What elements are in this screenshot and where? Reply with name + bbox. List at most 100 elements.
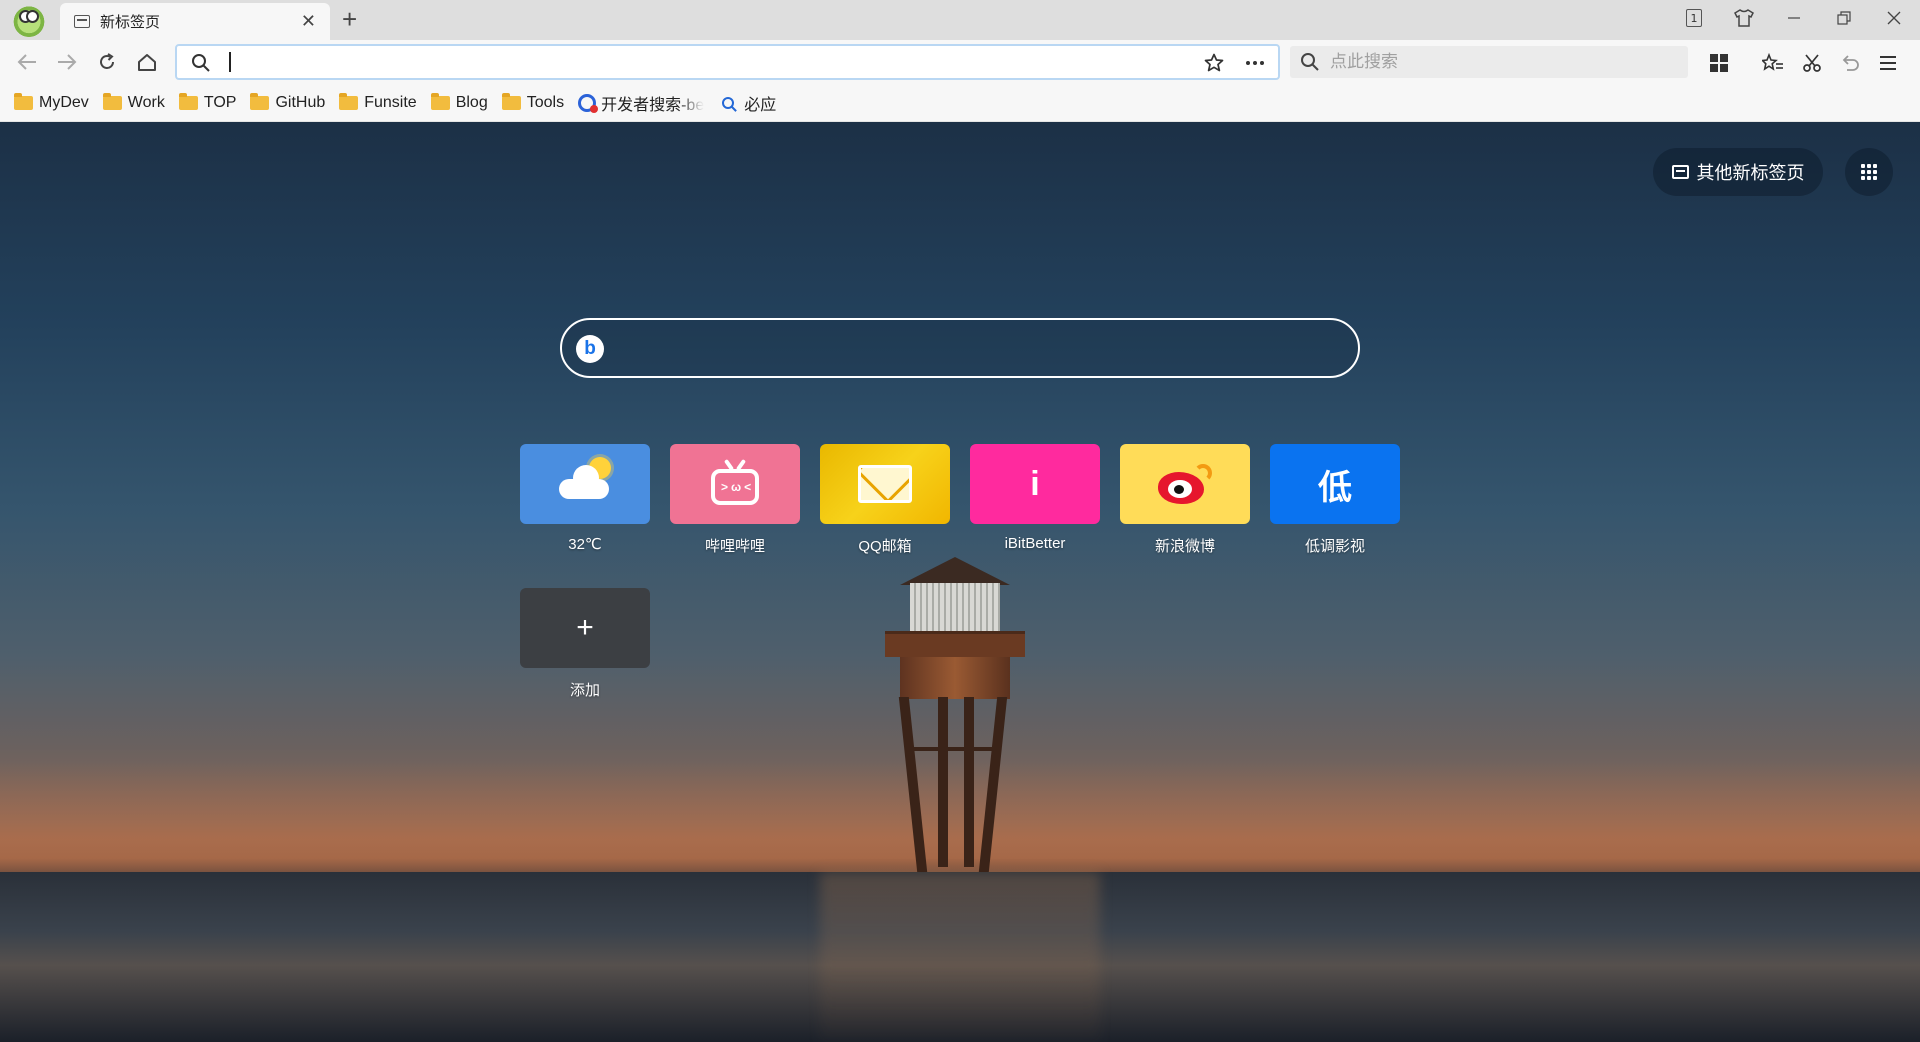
bookmark-label: Work	[127, 93, 165, 111]
bookmark-label: Funsite	[364, 93, 417, 111]
tile-weather[interactable]: 32℃	[520, 444, 650, 553]
bookmark-dev-search[interactable]: 开发者搜索-be	[578, 91, 704, 115]
bookmark-folder-github[interactable]: GitHub	[250, 92, 326, 112]
favorites-list-icon	[1762, 53, 1783, 71]
tab-close-icon[interactable]: ✕	[301, 11, 316, 32]
side-search-input[interactable]	[1330, 51, 1670, 73]
forward-button[interactable]	[52, 47, 82, 77]
side-search-box[interactable]	[1290, 46, 1688, 78]
bookmark-label: 必应	[744, 96, 777, 114]
tile-label: 32℃	[568, 536, 602, 553]
bookmark-label: TOP	[203, 93, 237, 111]
minimize-button[interactable]	[1772, 0, 1816, 36]
browser-logo-icon[interactable]	[12, 3, 46, 37]
tile-label: 新浪微博	[1154, 538, 1215, 555]
sea-background	[0, 872, 1920, 1042]
tab-strip: 新标签页 ✕ + 1	[0, 0, 1920, 40]
skin-button[interactable]	[1722, 0, 1766, 36]
tab-new-tab[interactable]: 新标签页 ✕	[60, 3, 330, 40]
bookmark-folder-tools[interactable]: Tools	[501, 92, 565, 112]
folder-icon	[430, 92, 450, 110]
close-icon	[1887, 11, 1901, 25]
mail-icon	[858, 465, 912, 503]
bookmark-label: Tools	[526, 93, 565, 111]
bookmark-folder-work[interactable]: Work	[102, 92, 165, 112]
back-button[interactable]	[12, 47, 42, 77]
dd-video-icon: 低	[1318, 468, 1352, 507]
more-dots-icon[interactable]	[1245, 60, 1265, 66]
bing-logo-icon[interactable]: b	[576, 335, 604, 363]
tile-label: 哔哩哔哩	[704, 538, 765, 555]
bookmark-label: MyDev	[39, 93, 89, 111]
undo-close-button[interactable]	[1835, 48, 1865, 78]
main-search-box[interactable]: b	[560, 318, 1360, 378]
tile-label: 低调影视	[1304, 538, 1365, 555]
text-caret	[229, 52, 231, 72]
tab-count-button[interactable]: 1	[1672, 0, 1716, 36]
bookmark-label: GitHub	[275, 93, 326, 111]
folder-icon	[250, 92, 270, 110]
close-window-button[interactable]	[1872, 0, 1916, 36]
tile-label: QQ邮箱	[858, 538, 912, 555]
minimize-icon	[1788, 17, 1800, 19]
arrow-left-icon	[17, 54, 36, 70]
folder-icon	[14, 92, 33, 110]
tile-didiao-video[interactable]: 低 低调影视	[1270, 444, 1400, 556]
screenshot-button[interactable]	[1797, 48, 1827, 78]
tile-qq-mail[interactable]: QQ邮箱	[820, 444, 950, 556]
tile-label: 添加	[569, 682, 600, 699]
bilibili-icon: >ω<	[711, 469, 759, 505]
weather-icon	[559, 457, 611, 499]
add-tile-icon: +	[520, 588, 650, 668]
bookmark-label: Blog	[455, 93, 488, 111]
bookmark-folder-funsite[interactable]: Funsite	[339, 92, 417, 112]
bookmark-folder-top[interactable]: TOP	[178, 92, 237, 112]
dots-grid-icon	[1861, 164, 1877, 180]
weather-tile-icon	[520, 444, 650, 524]
apps-button[interactable]	[1704, 48, 1734, 78]
bookmark-bing[interactable]: 必应	[722, 91, 776, 115]
tab-count-icon: 1	[1686, 9, 1702, 27]
new-tab-button[interactable]: +	[342, 4, 357, 34]
home-button[interactable]	[132, 47, 162, 77]
didiao-tile-icon: 低	[1270, 444, 1400, 524]
undo-icon	[1842, 55, 1859, 71]
favorites-button[interactable]	[1758, 48, 1788, 78]
page-icon	[1671, 165, 1689, 179]
main-menu-button[interactable]	[1873, 48, 1903, 78]
hamburger-menu-icon	[1880, 56, 1896, 70]
weibo-icon	[1158, 464, 1212, 504]
bookmark-folder-mydev[interactable]: MyDev	[14, 92, 89, 112]
address-bar[interactable]	[175, 44, 1280, 80]
tile-bilibili[interactable]: >ω< 哔哩哔哩	[670, 444, 800, 556]
restore-icon	[1837, 11, 1851, 25]
folder-icon	[178, 92, 198, 110]
letter-i-icon: i	[1030, 464, 1040, 503]
tab-title: 新标签页	[100, 14, 161, 31]
tile-label: iBitBetter	[1004, 535, 1066, 552]
other-new-tab-pages-button[interactable]: 其他新标签页	[1653, 148, 1823, 196]
tile-add[interactable]: + 添加	[520, 588, 650, 700]
apps-grid-button[interactable]	[1845, 148, 1893, 196]
tile-ibitbetter[interactable]: i iBitBetter	[970, 444, 1100, 552]
bing-search-icon	[722, 96, 735, 109]
search-icon	[192, 54, 210, 72]
folder-icon	[501, 92, 521, 110]
restore-button[interactable]	[1822, 0, 1866, 36]
bookmark-folder-blog[interactable]: Blog	[430, 92, 488, 112]
weibo-tile-icon	[1120, 444, 1250, 524]
tile-weibo[interactable]: 新浪微博	[1120, 444, 1250, 556]
folder-icon	[102, 92, 122, 110]
arrow-right-icon	[58, 54, 77, 70]
qq-mail-tile-icon	[820, 444, 950, 524]
home-icon	[138, 54, 156, 71]
main-search-input[interactable]	[618, 332, 1338, 366]
address-input[interactable]	[233, 50, 1133, 74]
scissors-icon	[1803, 54, 1821, 72]
reload-button[interactable]	[92, 47, 122, 77]
star-icon[interactable]	[1204, 53, 1224, 73]
reload-icon	[100, 53, 114, 69]
bilibili-tile-icon: >ω<	[670, 444, 800, 524]
grid-icon	[1710, 54, 1728, 72]
tshirt-icon	[1734, 9, 1754, 27]
